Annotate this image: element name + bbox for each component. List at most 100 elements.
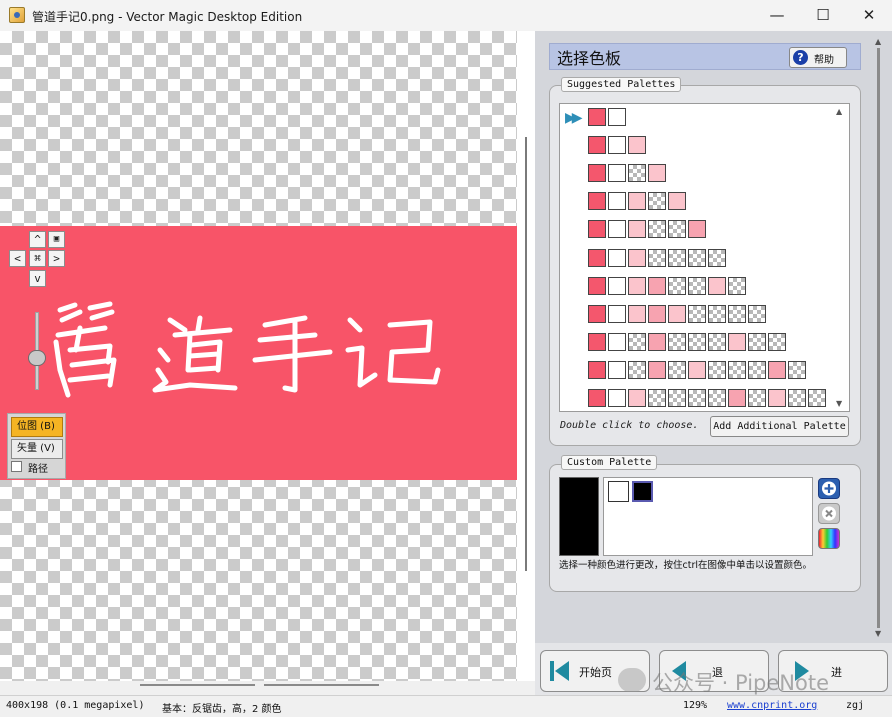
pan-right-button[interactable]: > — [48, 250, 65, 267]
palette-swatch[interactable] — [668, 192, 686, 210]
palette-swatch[interactable] — [588, 220, 606, 238]
add-color-icon[interactable] — [818, 478, 840, 499]
palette-swatch[interactable] — [608, 164, 626, 182]
palette-swatch[interactable] — [688, 277, 706, 295]
palette-swatch[interactable] — [768, 333, 786, 351]
palette-swatch[interactable] — [708, 249, 726, 267]
palette-swatch[interactable] — [728, 333, 746, 351]
pan-down-button[interactable]: v — [29, 270, 46, 287]
palette-scroll-up-icon[interactable]: ▲ — [836, 107, 842, 116]
canvas-horizontal-scrollbar-2[interactable] — [264, 684, 379, 686]
maximize-button[interactable]: ☐ — [800, 0, 846, 31]
palette-swatch[interactable] — [588, 389, 606, 407]
palette-swatch[interactable] — [708, 305, 726, 323]
palette-swatch[interactable] — [608, 333, 626, 351]
palette-swatch[interactable] — [588, 333, 606, 351]
palette-swatch[interactable] — [788, 361, 806, 379]
palette-swatch[interactable] — [768, 361, 786, 379]
vector-mode-button[interactable]: 矢量 (V) — [11, 439, 63, 459]
palette-swatch[interactable] — [748, 333, 766, 351]
panel-scroll-up-icon[interactable]: ▲ — [875, 37, 881, 46]
palette-swatch[interactable] — [648, 389, 666, 407]
palette-scroll-down-icon[interactable]: ▼ — [836, 399, 842, 408]
palette-swatch[interactable] — [688, 389, 706, 407]
palette-swatch[interactable] — [668, 220, 686, 238]
remove-color-icon[interactable] — [818, 503, 840, 524]
panel-scroll-down-icon[interactable]: ▼ — [875, 629, 881, 638]
palette-swatch[interactable] — [728, 277, 746, 295]
palette-swatch[interactable] — [768, 389, 786, 407]
palette-swatch[interactable] — [628, 389, 646, 407]
palette-swatch[interactable] — [668, 361, 686, 379]
palette-swatch[interactable] — [608, 108, 626, 126]
pan-left-button[interactable]: < — [9, 250, 26, 267]
add-palette-button[interactable]: Add Additional Palette — [710, 416, 849, 437]
palette-swatch[interactable] — [708, 389, 726, 407]
palette-swatch[interactable] — [808, 389, 826, 407]
palette-swatch[interactable] — [668, 249, 686, 267]
pan-up-button[interactable]: ^ — [29, 231, 46, 248]
palette-swatch[interactable] — [608, 361, 626, 379]
palette-swatch[interactable] — [668, 389, 686, 407]
palette-swatch[interactable] — [648, 277, 666, 295]
path-checkbox[interactable] — [11, 461, 22, 472]
palette-swatch[interactable] — [748, 361, 766, 379]
palette-swatch[interactable] — [668, 305, 686, 323]
canvas-horizontal-scrollbar[interactable] — [140, 684, 255, 686]
palette-swatch[interactable] — [688, 333, 706, 351]
palette-swatch[interactable] — [628, 192, 646, 210]
palette-swatch[interactable] — [648, 220, 666, 238]
custom-color-black[interactable] — [632, 481, 653, 502]
palette-swatch[interactable] — [628, 333, 646, 351]
palette-swatch[interactable] — [588, 136, 606, 154]
palette-swatch[interactable] — [588, 108, 606, 126]
palette-swatch[interactable] — [688, 249, 706, 267]
palette-swatch[interactable] — [748, 389, 766, 407]
palette-swatch[interactable] — [668, 277, 686, 295]
palette-swatch[interactable] — [648, 164, 666, 182]
palette-swatch[interactable] — [748, 305, 766, 323]
palette-swatch[interactable] — [608, 305, 626, 323]
minimize-button[interactable]: — — [754, 0, 800, 31]
palette-swatch[interactable] — [708, 361, 726, 379]
palette-swatch[interactable] — [728, 305, 746, 323]
help-button[interactable]: ? 帮助 — [789, 47, 847, 68]
palette-swatch[interactable] — [628, 249, 646, 267]
palette-swatch[interactable] — [608, 136, 626, 154]
palette-swatch[interactable] — [588, 164, 606, 182]
palette-swatch[interactable] — [788, 389, 806, 407]
palette-swatch[interactable] — [588, 249, 606, 267]
color-picker-icon[interactable] — [818, 528, 840, 549]
palette-swatch[interactable] — [668, 333, 686, 351]
palette-swatch[interactable] — [708, 333, 726, 351]
palette-swatch[interactable] — [688, 305, 706, 323]
palette-swatch[interactable] — [588, 192, 606, 210]
palette-swatch[interactable] — [688, 361, 706, 379]
fit-view-button[interactable]: ▣ — [48, 231, 65, 248]
custom-color-list[interactable] — [603, 477, 813, 556]
status-website-link[interactable]: www.cnprint.org — [727, 700, 817, 711]
palette-swatch[interactable] — [608, 249, 626, 267]
custom-color-white[interactable] — [608, 481, 629, 502]
palette-swatch[interactable] — [628, 361, 646, 379]
palette-swatch[interactable] — [628, 220, 646, 238]
palette-swatch[interactable] — [628, 136, 646, 154]
palette-swatch[interactable] — [648, 249, 666, 267]
palette-swatch[interactable] — [648, 192, 666, 210]
bitmap-mode-button[interactable]: 位图 (B) — [11, 417, 63, 437]
zoom-slider-knob[interactable] — [28, 350, 46, 366]
canvas-vertical-scrollbar[interactable] — [525, 137, 527, 571]
palette-swatch[interactable] — [648, 333, 666, 351]
center-view-button[interactable]: ⌘ — [29, 250, 46, 267]
palette-swatch[interactable] — [608, 192, 626, 210]
palette-swatch[interactable] — [608, 220, 626, 238]
palette-swatch[interactable] — [628, 164, 646, 182]
palette-swatch[interactable] — [688, 220, 706, 238]
close-button[interactable]: ✕ — [846, 0, 892, 31]
palette-swatch[interactable] — [588, 305, 606, 323]
panel-scrollbar[interactable] — [877, 48, 880, 628]
palette-swatch[interactable] — [648, 305, 666, 323]
palette-swatch[interactable] — [708, 277, 726, 295]
palette-swatch[interactable] — [648, 361, 666, 379]
palette-swatch[interactable] — [608, 389, 626, 407]
